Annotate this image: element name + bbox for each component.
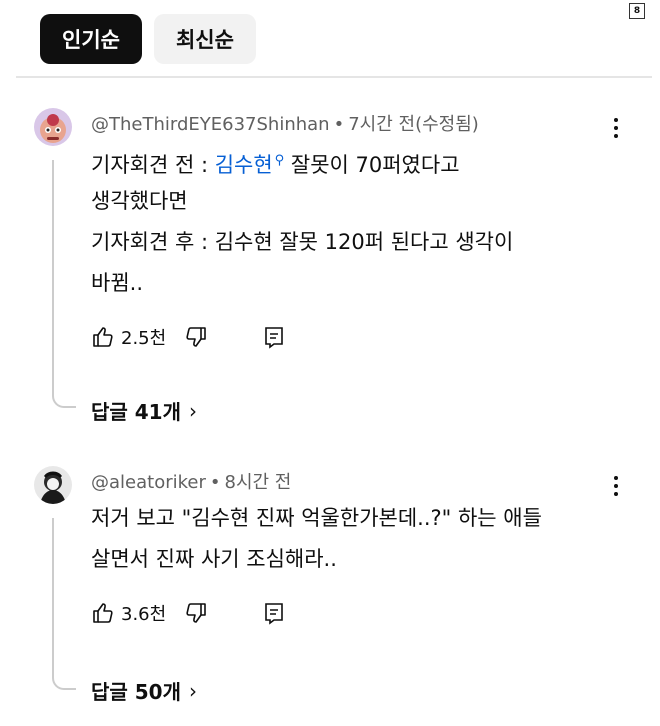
comment-line: 저거 보고 "김수현 진짜 억울한가본데..?" 하는 애들 <box>91 506 542 530</box>
comment-text: 잘못이 70퍼였다고 <box>284 153 460 177</box>
like-button[interactable]: 3.6천 <box>91 600 166 626</box>
dislike-button[interactable] <box>184 601 208 625</box>
page-number-badge: 8 <box>629 3 645 19</box>
author-name[interactable]: @aleatoriker <box>91 472 206 493</box>
thumbs-down-icon <box>186 603 206 623</box>
more-vert-icon[interactable] <box>606 472 626 502</box>
chevron-right-icon: › <box>189 398 197 423</box>
comment-line: 기자회견 후 : 김수현 잘못 120퍼 된다고 생각이 <box>91 230 514 254</box>
replies-label: 답글 41개 <box>91 400 181 424</box>
comment-time: 8시간 전 <box>224 472 292 493</box>
comment-text: 기자회견 전 : <box>91 153 215 177</box>
mention-link[interactable]: 김수현 ⚲ <box>215 153 285 177</box>
comment-line: 바뀜.. <box>91 271 143 295</box>
comment-line: 기자회견 전 : 김수현 ⚲ 잘못이 70퍼였다고 <box>91 140 460 186</box>
reply-button[interactable] <box>262 601 286 625</box>
sort-chips: 인기순 최신순 <box>40 14 256 64</box>
chevron-right-icon: › <box>189 678 197 703</box>
thread-connector <box>52 518 76 690</box>
comment-actions: 3.6천 <box>91 600 286 626</box>
mention-text: 김수현 <box>214 153 273 177</box>
thumbs-up-icon <box>93 603 113 623</box>
reply-icon <box>265 603 283 625</box>
comment-line: 살면서 진짜 사기 조심해라.. <box>91 547 337 571</box>
dislike-button[interactable] <box>184 325 208 349</box>
divider <box>16 76 652 78</box>
thread-connector <box>52 160 76 408</box>
comment-line: 생각했다면 <box>91 189 188 213</box>
avatar[interactable] <box>34 466 72 504</box>
thumbs-up-icon <box>93 327 113 347</box>
avatar[interactable] <box>34 108 72 146</box>
comment-actions: 2.5천 <box>91 324 286 350</box>
like-button[interactable]: 2.5천 <box>91 324 166 350</box>
search-icon: ⚲ <box>274 153 285 168</box>
sort-chip-popular[interactable]: 인기순 <box>40 14 142 64</box>
like-count: 3.6천 <box>121 604 167 625</box>
comment-meta: @aleatoriker • 8시간 전 <box>91 472 292 493</box>
thumbs-down-icon <box>186 327 206 347</box>
sort-chip-newest[interactable]: 최신순 <box>153 14 256 64</box>
like-count: 2.5천 <box>121 328 167 349</box>
comment-time: 7시간 전(수정됨) <box>348 114 479 135</box>
view-replies-button[interactable]: 답글 41개 › <box>91 396 197 425</box>
author-name[interactable]: @TheThirdEYE637Shinhan <box>91 114 330 135</box>
view-replies-button[interactable]: 답글 50개 › <box>91 676 197 705</box>
comment-meta: @TheThirdEYE637Shinhan • 7시간 전(수정됨) <box>91 114 479 135</box>
reply-icon <box>265 327 283 349</box>
reply-button[interactable] <box>262 325 286 349</box>
replies-label: 답글 50개 <box>91 680 181 704</box>
more-vert-icon[interactable] <box>606 114 626 144</box>
